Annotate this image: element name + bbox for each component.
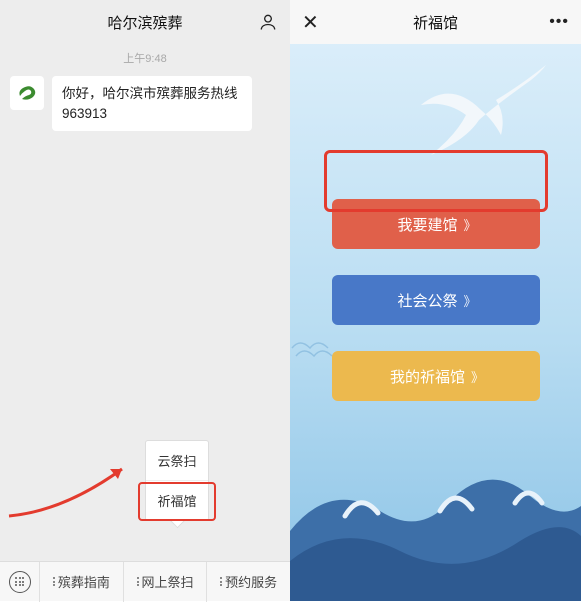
menu-item-guide[interactable]: 殡葬指南: [40, 562, 124, 602]
message-row: 你好，哈尔滨市殡葬服务热线963913: [0, 76, 290, 131]
mountain-illustration: [290, 441, 581, 601]
my-hall-button[interactable]: 我的祈福馆 》: [332, 351, 540, 401]
chat-pane: 哈尔滨殡葬 上午9:48 你好，哈尔滨市殡葬服务热线963913 云祭扫: [0, 0, 290, 601]
popup-item-blessing[interactable]: 祈福馆: [146, 481, 208, 520]
submenu-icon: [137, 577, 139, 586]
popup-item-cloud[interactable]: 云祭扫: [146, 441, 208, 480]
arrow-annotation: [4, 451, 139, 521]
bottom-menu-bar: 殡葬指南 网上祭扫 预约服务: [0, 561, 290, 601]
menu-label: 预约服务: [225, 572, 277, 591]
build-hall-button[interactable]: 我要建馆 》: [332, 199, 540, 249]
blessing-title: 祈福馆: [413, 12, 458, 33]
blessing-header: ✕ 祈福馆 •••: [290, 0, 581, 44]
chat-title: 哈尔滨殡葬: [107, 12, 182, 33]
blessing-pane: ✕ 祈福馆 ••• 我要建馆 》 社会公祭 》 我的祈福馆: [290, 0, 581, 601]
more-icon[interactable]: •••: [549, 13, 569, 31]
avatar[interactable]: [10, 76, 44, 110]
public-memorial-button[interactable]: 社会公祭 》: [332, 275, 540, 325]
menu-label: 网上祭扫: [142, 572, 194, 591]
close-icon[interactable]: ✕: [302, 10, 319, 35]
submenu-icon: [53, 577, 55, 586]
button-stack: 我要建馆 》 社会公祭 》 我的祈福馆 》: [290, 199, 581, 401]
button-label: 社会公祭: [397, 290, 457, 311]
chat-header: 哈尔滨殡葬: [0, 0, 290, 44]
chevron-icon: 》: [471, 367, 481, 386]
submenu-icon: [220, 577, 222, 586]
timestamp: 上午9:48: [0, 50, 290, 66]
button-label: 我的祈福馆: [390, 366, 465, 387]
menu-item-reserve[interactable]: 预约服务: [207, 562, 290, 602]
popup-menu: 云祭扫 祈福馆: [145, 440, 209, 521]
message-bubble: 你好，哈尔滨市殡葬服务热线963913: [52, 76, 252, 131]
keyboard-toggle-button[interactable]: [0, 562, 40, 602]
chevron-icon: 》: [464, 215, 474, 234]
menu-label: 殡葬指南: [58, 572, 110, 591]
crane-illustration: [411, 60, 551, 170]
chat-body: 云祭扫 祈福馆: [0, 131, 290, 561]
button-label: 我要建馆: [397, 214, 457, 235]
profile-icon[interactable]: [258, 12, 278, 32]
menu-item-online[interactable]: 网上祭扫: [124, 562, 208, 602]
chevron-icon: 》: [464, 291, 474, 310]
